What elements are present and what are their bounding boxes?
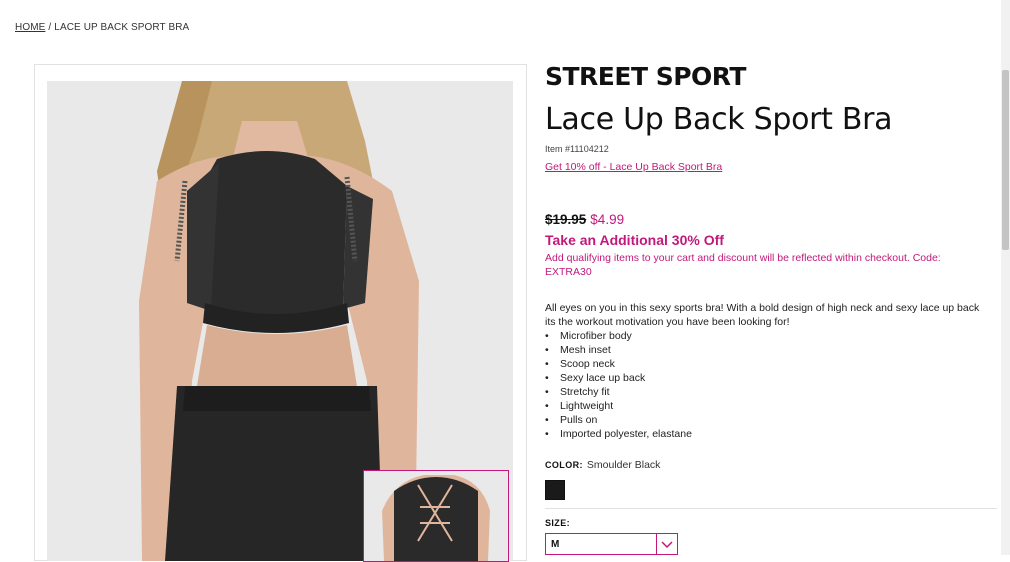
size-label: SIZE: — [545, 518, 571, 528]
breadcrumb-separator: / — [48, 22, 52, 33]
sale-price: $4.99 — [590, 212, 625, 227]
feature-item: Lightweight — [545, 399, 985, 413]
thumbnail-photo — [364, 471, 508, 561]
offer-note: Add qualifying items to your cart and di… — [545, 252, 941, 278]
scrollbar-thumb[interactable] — [1002, 70, 1009, 250]
color-label: COLOR: — [545, 460, 583, 470]
feature-list: Microfiber body Mesh inset Scoop neck Se… — [545, 329, 985, 441]
breadcrumb: HOME / LACE UP BACK SPORT BRA — [15, 22, 189, 33]
product-description: All eyes on you in this sexy sports bra!… — [545, 301, 985, 441]
color-row: COLOR: Smoulder Black — [545, 459, 997, 471]
original-price: $19.95 — [545, 212, 587, 227]
product-media — [34, 64, 527, 562]
feature-item: Microfiber body — [545, 329, 985, 343]
price-row: $19.95 $4.99 — [545, 212, 997, 227]
feature-item: Stretchy fit — [545, 385, 985, 399]
item-number: Item #11104212 — [545, 144, 609, 154]
product-title: Lace Up Back Sport Bra — [545, 102, 893, 137]
vertical-scrollbar[interactable] — [1001, 0, 1010, 555]
chevron-down-icon[interactable] — [656, 534, 677, 554]
feature-item: Imported polyester, elastane — [545, 427, 985, 441]
description-text: All eyes on you in this sexy sports bra!… — [545, 302, 980, 328]
feature-item: Scoop neck — [545, 357, 985, 371]
product-thumbnail-back[interactable] — [363, 470, 509, 562]
divider — [545, 508, 997, 509]
color-swatch-black[interactable] — [545, 480, 565, 500]
breadcrumb-current: LACE UP BACK SPORT BRA — [54, 22, 190, 33]
brand-name: STREET SPORT — [545, 62, 746, 91]
promo-link[interactable]: Get 10% off - Lace Up Back Sport Bra — [545, 161, 722, 173]
breadcrumb-home-link[interactable]: HOME — [15, 22, 45, 33]
size-select[interactable]: M — [545, 533, 678, 555]
offer-title: Take an Additional 30% Off — [545, 232, 724, 248]
size-selected-value: M — [551, 539, 560, 550]
feature-item: Pulls on — [545, 413, 985, 427]
feature-item: Sexy lace up back — [545, 371, 985, 385]
product-info: STREET SPORT Lace Up Back Sport Bra Item… — [545, 62, 997, 555]
feature-item: Mesh inset — [545, 343, 985, 357]
color-value: Smoulder Black — [586, 459, 661, 471]
